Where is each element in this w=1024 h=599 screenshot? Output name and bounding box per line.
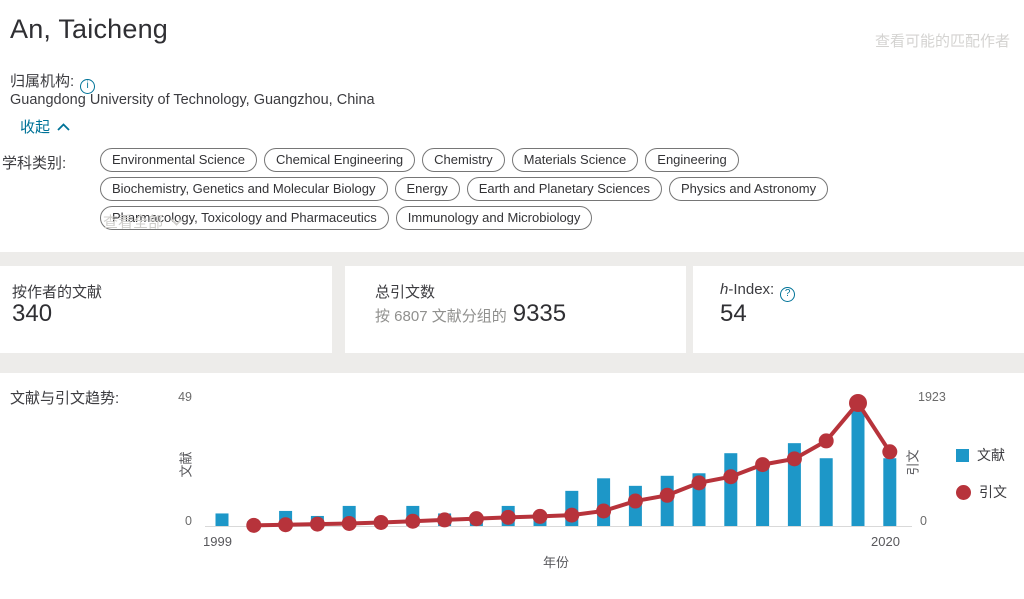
subject-chip[interactable]: Chemistry <box>422 148 505 172</box>
trend-chart-panel: 文献与引文趋势: 49 0 1923 0 文献 引文 1999 2020 年份 … <box>0 373 1024 599</box>
documents-metric-card: 按作者的文献 340 <box>0 266 332 353</box>
view-all-label: 查看全部 <box>103 211 163 232</box>
legend-documents-label: 文献 <box>977 445 1005 465</box>
collapse-label: 收起 <box>20 116 50 137</box>
subject-chips: Environmental Science Chemical Engineerin… <box>100 148 990 230</box>
citation-dot-2009[interactable] <box>533 509 548 524</box>
subject-chip[interactable]: Earth and Planetary Sciences <box>467 177 662 201</box>
view-matching-authors-link[interactable]: 查看可能的匹配作者 <box>875 30 1010 51</box>
legend-citations-label: 引文 <box>979 482 1007 502</box>
citations-group-prefix: 按 6807 文献分组的 <box>375 308 507 325</box>
citations-metric-line: 按 6807 文献分组的 9335 <box>375 300 566 328</box>
affiliation-text: Guangdong University of Technology, Guan… <box>10 92 375 108</box>
documents-swatch-icon <box>956 449 969 462</box>
subject-chip[interactable]: Energy <box>395 177 460 201</box>
citation-dot-2003[interactable] <box>342 516 357 531</box>
citation-dot-2019[interactable] <box>849 394 867 412</box>
doc-bar-2015[interactable] <box>724 453 737 526</box>
documents-citations-chart <box>205 383 917 535</box>
chevron-up-icon <box>57 118 70 135</box>
hindex-label-rest: -Index: <box>728 281 774 298</box>
documents-metric-value: 340 <box>12 300 52 328</box>
citation-dot-2007[interactable] <box>469 511 484 526</box>
citation-dot-2011[interactable] <box>596 503 611 518</box>
author-profile-header: An, Taicheng 查看可能的匹配作者 归属机构:i Guangdong … <box>0 0 1024 252</box>
affiliation-label: 归属机构: <box>10 73 74 90</box>
citation-dot-2012[interactable] <box>628 494 643 509</box>
trend-chart-title: 文献与引文趋势: <box>10 387 119 408</box>
chart-legend: 文献 引文 <box>956 445 1007 519</box>
doc-bar-2020[interactable] <box>883 458 896 526</box>
doc-axis-title: 文献 <box>176 451 195 477</box>
citation-dot-2015[interactable] <box>723 469 738 484</box>
subject-chip[interactable]: Biochemistry, Genetics and Molecular Bio… <box>100 177 388 201</box>
doc-axis-max-label: 49 <box>150 390 192 404</box>
citation-dot-2005[interactable] <box>405 514 420 529</box>
x-axis-title: 年份 <box>543 552 569 571</box>
citation-dot-2010[interactable] <box>564 508 579 523</box>
subject-chip[interactable]: Materials Science <box>512 148 639 172</box>
citation-dot-2014[interactable] <box>692 475 707 490</box>
doc-bar-2011[interactable] <box>597 478 610 526</box>
doc-axis-zero-label: 0 <box>150 514 192 528</box>
citations-metric-card: 总引文数 按 6807 文献分组的 9335 <box>345 266 686 353</box>
citation-dot-2006[interactable] <box>437 512 452 527</box>
citation-dot-2008[interactable] <box>501 510 516 525</box>
doc-bar-2018[interactable] <box>820 458 833 526</box>
subject-chip[interactable]: Immunology and Microbiology <box>396 206 593 230</box>
hindex-metric-value: 54 <box>720 300 747 328</box>
subject-chip[interactable]: Engineering <box>645 148 738 172</box>
author-name: An, Taicheng <box>10 14 168 45</box>
cit-axis-max-label: 1923 <box>918 390 946 404</box>
legend-item-citations: 引文 <box>956 482 1007 502</box>
citation-dot-2016[interactable] <box>755 457 770 472</box>
citations-metric-label: 总引文数 <box>375 281 435 302</box>
x-tick-last: 2020 <box>871 534 900 549</box>
citation-dot-2004[interactable] <box>374 515 389 530</box>
subject-chip[interactable]: Environmental Science <box>100 148 257 172</box>
hindex-metric-card: h-Index:? 54 <box>693 266 1024 353</box>
doc-bar-2019[interactable] <box>852 403 865 526</box>
citation-dot-2000[interactable] <box>246 518 261 533</box>
documents-metric-label: 按作者的文献 <box>12 281 102 302</box>
doc-bar-1999[interactable] <box>216 513 229 526</box>
subject-category-label: 学科类别: <box>2 152 66 173</box>
affiliation-label-row: 归属机构:i <box>10 70 95 94</box>
view-all-link[interactable]: 查看全部 <box>103 211 183 232</box>
subject-chip[interactable]: Physics and Astronomy <box>669 177 828 201</box>
citation-dot-2002[interactable] <box>310 517 325 532</box>
citation-dot-2020[interactable] <box>882 444 897 459</box>
subject-chip[interactable]: Chemical Engineering <box>264 148 415 172</box>
chevron-down-icon <box>170 213 183 230</box>
hindex-metric-label: h-Index:? <box>720 281 795 302</box>
citation-dot-2001[interactable] <box>278 517 293 532</box>
citations-metric-value: 9335 <box>513 300 566 327</box>
citation-dot-2018[interactable] <box>819 433 834 448</box>
legend-item-documents: 文献 <box>956 445 1007 465</box>
citations-swatch-icon <box>956 485 971 500</box>
cit-axis-zero-label: 0 <box>920 514 927 528</box>
citation-dot-2017[interactable] <box>787 451 802 466</box>
help-icon[interactable]: ? <box>780 287 795 302</box>
collapse-link[interactable]: 收起 <box>20 116 70 137</box>
citation-dot-2013[interactable] <box>660 488 675 503</box>
doc-bar-2016[interactable] <box>756 466 769 526</box>
x-tick-first: 1999 <box>203 534 232 549</box>
